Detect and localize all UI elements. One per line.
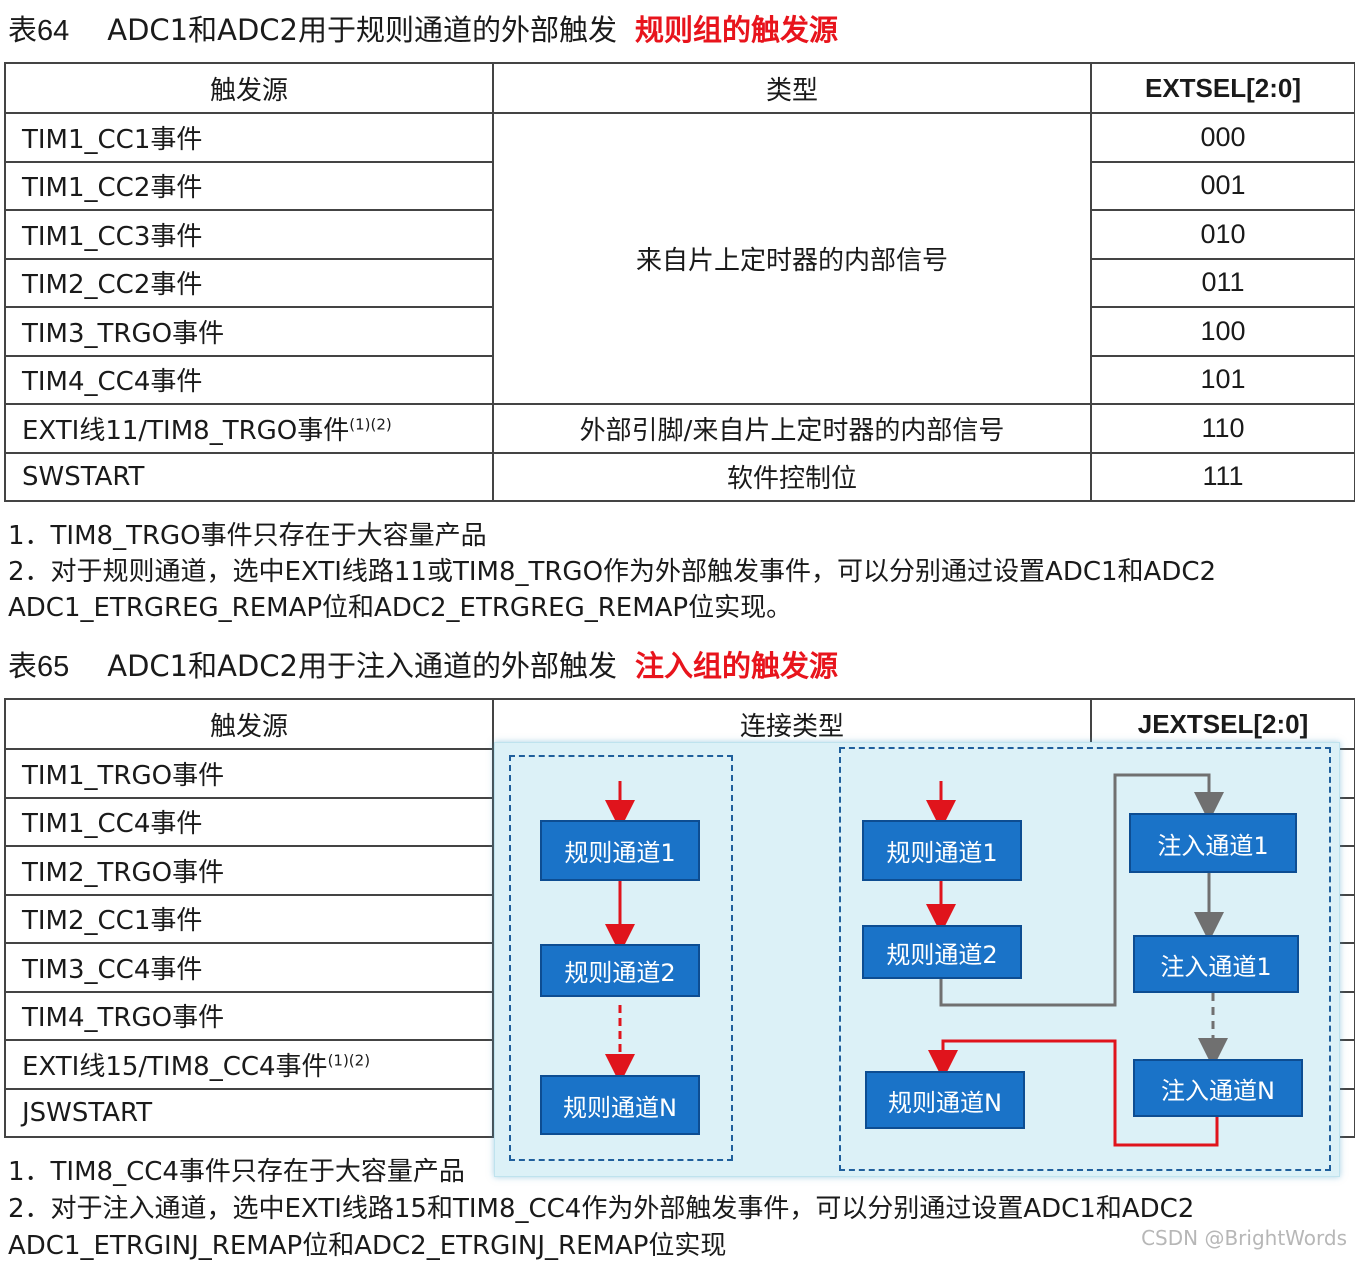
source-cell: TIM2_TRGO事件	[4, 845, 494, 896]
source-cell: TIM4_TRGO事件	[4, 990, 494, 1041]
table65-number: 表65	[8, 651, 70, 683]
type-cell: 软件控制位	[492, 451, 1092, 502]
value-cell: 110	[1090, 403, 1355, 454]
source-cell: TIM3_CC4事件	[4, 942, 494, 993]
header-source: 触发源	[4, 62, 494, 114]
table64-note-2: 2．对于规则通道，选中EXTI线路11或TIM8_TRGO作为外部触发事件，可以…	[8, 557, 1217, 587]
trigger-diagram: 规则通道1 规则通道2 规则通道N 规则通道1 规则通道2 规则通道N 注入通道…	[494, 742, 1340, 1177]
source-cell: TIM2_CC1事件	[4, 893, 494, 944]
table64-note-3: ADC1_ETRGREG_REMAP位和ADC2_ETRGREG_REMAP位实…	[8, 593, 793, 623]
header-extsel: EXTSEL[2:0]	[1090, 62, 1355, 114]
value-cell: 001	[1090, 160, 1355, 211]
value-cell: 100	[1090, 306, 1355, 357]
source-cell: JSWSTART	[4, 1087, 494, 1138]
footnote-ref: (1)(2)	[349, 415, 392, 434]
value-cell: 011	[1090, 257, 1355, 308]
header-type: 类型	[492, 62, 1092, 114]
table65-note-3: ADC1_ETRGINJ_REMAP位和ADC2_ETRGINJ_REMAP位实…	[8, 1231, 727, 1261]
value-cell: 000	[1090, 112, 1355, 163]
left-regular-channel-2: 规则通道2	[540, 944, 700, 997]
injected-channel-1: 注入通道1	[1129, 813, 1297, 873]
table65-caption: 表65 ADC1和ADC2用于注入通道的外部触发 注入组的触发源	[8, 646, 838, 687]
watermark: CSDN @BrightWords	[1141, 1226, 1347, 1250]
injected-channel-1b: 注入通道1	[1133, 935, 1299, 993]
value-cell: 010	[1090, 209, 1355, 260]
type-cell: 外部引脚/来自片上定时器的内部信号	[492, 403, 1092, 454]
table64-title: ADC1和ADC2用于规则通道的外部触发	[107, 13, 618, 47]
right-regular-channel-2: 规则通道2	[862, 925, 1022, 979]
left-regular-channel-n: 规则通道N	[540, 1075, 700, 1135]
source-cell: TIM4_CC4事件	[4, 354, 494, 405]
source-cell: TIM1_CC1事件	[4, 112, 494, 163]
footnote-ref: (1)(2)	[327, 1051, 371, 1070]
type-cell-merged: 来自片上定时器的内部信号	[492, 112, 1092, 405]
right-regular-channel-n: 规则通道N	[865, 1071, 1025, 1129]
value-cell: 111	[1090, 451, 1355, 502]
source-cell: TIM1_TRGO事件	[4, 748, 494, 799]
table64-note-1: 1．TIM8_TRGO事件只存在于大容量产品	[8, 521, 487, 551]
value-cell: 101	[1090, 354, 1355, 405]
source-cell: TIM1_CC2事件	[4, 160, 494, 211]
table-row: SWSTART 软件控制位 111	[4, 451, 1355, 502]
table64: 触发源 类型 EXTSEL[2:0] TIM1_CC1事件 来自片上定时器的内部…	[4, 62, 1355, 502]
source-text: EXTI线15/TIM8_CC4事件	[22, 1051, 328, 1082]
source-cell: EXTI线15/TIM8_CC4事件(1)(2)	[4, 1039, 494, 1090]
injected-channel-n: 注入通道N	[1133, 1059, 1303, 1117]
table64-header-row: 触发源 类型 EXTSEL[2:0]	[4, 62, 1355, 114]
source-cell: TIM1_CC3事件	[4, 209, 494, 260]
table64-number: 表64	[8, 15, 70, 47]
table65-note-2: 2．对于注入通道，选中EXTI线路15和TIM8_CC4作为外部触发事件，可以分…	[8, 1194, 1195, 1224]
header-source: 触发源	[4, 698, 494, 750]
left-regular-channel-1: 规则通道1	[540, 820, 700, 881]
source-cell: TIM3_TRGO事件	[4, 306, 494, 357]
table-row: EXTI线11/TIM8_TRGO事件(1)(2) 外部引脚/来自片上定时器的内…	[4, 403, 1355, 454]
table65-title: ADC1和ADC2用于注入通道的外部触发	[107, 649, 618, 683]
right-regular-channel-1: 规则通道1	[862, 820, 1022, 881]
source-cell: SWSTART	[4, 451, 494, 502]
table64-caption: 表64 ADC1和ADC2用于规则通道的外部触发 规则组的触发源	[8, 10, 838, 51]
table65-note-1: 1．TIM8_CC4事件只存在于大容量产品	[8, 1157, 465, 1187]
source-cell: TIM1_CC4事件	[4, 796, 494, 847]
table64-highlight: 规则组的触发源	[635, 13, 839, 47]
source-cell: EXTI线11/TIM8_TRGO事件(1)(2)	[4, 403, 494, 454]
source-text: EXTI线11/TIM8_TRGO事件	[22, 415, 350, 446]
table-row: TIM1_CC1事件 来自片上定时器的内部信号 000	[4, 112, 1355, 405]
table65-highlight: 注入组的触发源	[635, 649, 839, 683]
source-cell: TIM2_CC2事件	[4, 257, 494, 308]
